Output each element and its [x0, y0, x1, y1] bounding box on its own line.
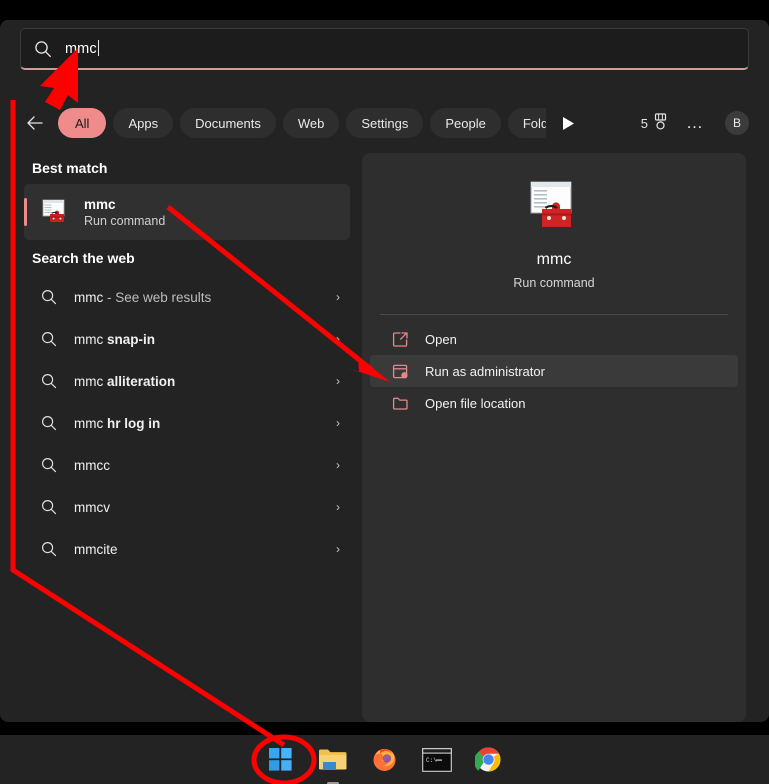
tab-web[interactable]: Web [283, 108, 340, 138]
search-icon [40, 414, 58, 432]
web-result-6[interactable]: mmcite › [24, 528, 350, 570]
best-match-heading: Best match [0, 150, 362, 184]
tab-apps[interactable]: Apps [113, 108, 173, 138]
tab-folders[interactable]: Folders [508, 108, 546, 138]
web-result-5[interactable]: mmcv › [24, 486, 350, 528]
run-as-admin-icon [392, 363, 409, 380]
chevron-right-icon: › [336, 458, 340, 472]
web-result-1[interactable]: mmc snap-in › [24, 318, 350, 360]
rewards-indicator[interactable]: 5 [641, 113, 668, 134]
search-icon [40, 456, 58, 474]
mmc-toolbox-icon [524, 177, 584, 237]
web-result-label: mmc - See web results [74, 290, 211, 305]
rewards-count: 5 [641, 116, 648, 131]
app-hero: mmc Run command [362, 153, 746, 290]
search-input[interactable]: mmc [20, 28, 749, 70]
action-open-file-location-label: Open file location [425, 396, 525, 411]
medal-icon [653, 113, 668, 134]
text-caret [98, 40, 99, 56]
web-result-4[interactable]: mmcc › [24, 444, 350, 486]
web-results-list: mmc - See web results › mmc snap-in › [0, 276, 362, 570]
filter-tab-row: All Apps Documents Web Settings People F… [20, 106, 749, 140]
avatar-initial: B [733, 116, 741, 130]
web-result-2[interactable]: mmc alliteration › [24, 360, 350, 402]
folder-icon [392, 395, 409, 412]
results-list: Best match [0, 150, 362, 722]
svg-text:C:\: C:\ [426, 757, 437, 764]
search-input-value: mmc [65, 41, 97, 57]
web-result-label: mmc alliteration [74, 374, 175, 389]
web-result-label: mmc snap-in [74, 332, 155, 347]
start-button[interactable] [263, 742, 299, 778]
tabs-overflow-button[interactable] [558, 112, 580, 134]
best-match-title: mmc [84, 196, 165, 213]
search-icon [40, 372, 58, 390]
action-open[interactable]: Open [370, 323, 738, 355]
search-the-web-heading: Search the web [0, 240, 362, 274]
chrome-button[interactable] [471, 742, 507, 778]
firefox-button[interactable] [367, 742, 403, 778]
search-icon [40, 540, 58, 558]
chevron-right-icon: › [336, 542, 340, 556]
tab-settings[interactable]: Settings [346, 108, 423, 138]
search-icon [33, 39, 53, 59]
back-button[interactable] [20, 108, 50, 138]
tab-documents-label: Documents [195, 116, 261, 131]
app-subtitle: Run command [362, 276, 746, 290]
app-preview-panel: mmc Run command Open [362, 153, 746, 722]
web-result-label: mmcc [74, 458, 110, 473]
search-icon [40, 330, 58, 348]
chevron-right-icon: › [336, 374, 340, 388]
web-result-label: mmcite [74, 542, 118, 557]
file-explorer-button[interactable] [315, 742, 351, 778]
tab-web-label: Web [298, 116, 325, 131]
search-flyout: mmc All Apps Documents Web [0, 20, 769, 722]
tab-all-label: All [75, 116, 89, 131]
tab-documents[interactable]: Documents [180, 108, 276, 138]
more-options-button[interactable]: … [686, 118, 705, 128]
best-match-result-mmc[interactable]: mmc Run command [24, 184, 350, 240]
open-external-icon [392, 331, 409, 348]
web-result-0[interactable]: mmc - See web results › [24, 276, 350, 318]
action-open-label: Open [425, 332, 457, 347]
chevron-right-icon: › [336, 332, 340, 346]
avatar[interactable]: B [725, 111, 749, 135]
tab-folders-label: Folders [523, 116, 546, 131]
tabrow-right-controls: 5 … B [641, 111, 749, 135]
best-match-subtitle: Run command [84, 213, 165, 229]
tab-apps-label: Apps [128, 116, 158, 131]
mmc-toolbox-icon [40, 197, 70, 227]
action-open-file-location[interactable]: Open file location [370, 387, 738, 419]
action-run-as-administrator-label: Run as administrator [425, 364, 545, 379]
tab-settings-label: Settings [361, 116, 408, 131]
action-run-as-administrator[interactable]: Run as administrator [370, 355, 738, 387]
terminal-button[interactable]: C:\ [419, 742, 455, 778]
tab-all[interactable]: All [58, 108, 106, 138]
web-result-label: mmcv [74, 500, 110, 515]
divider [380, 314, 728, 315]
more-options-label: … [686, 113, 705, 132]
chevron-right-icon: › [336, 500, 340, 514]
search-icon [40, 288, 58, 306]
selection-indicator [24, 198, 27, 226]
web-result-label: mmc hr log in [74, 416, 160, 431]
screen: mmc All Apps Documents Web [0, 0, 769, 784]
search-icon [40, 498, 58, 516]
tab-people[interactable]: People [430, 108, 500, 138]
app-name: mmc [362, 251, 746, 269]
taskbar: C:\ [0, 735, 769, 784]
tab-people-label: People [445, 116, 485, 131]
chevron-right-icon: › [336, 290, 340, 304]
web-result-3[interactable]: mmc hr log in › [24, 402, 350, 444]
chevron-right-icon: › [336, 416, 340, 430]
